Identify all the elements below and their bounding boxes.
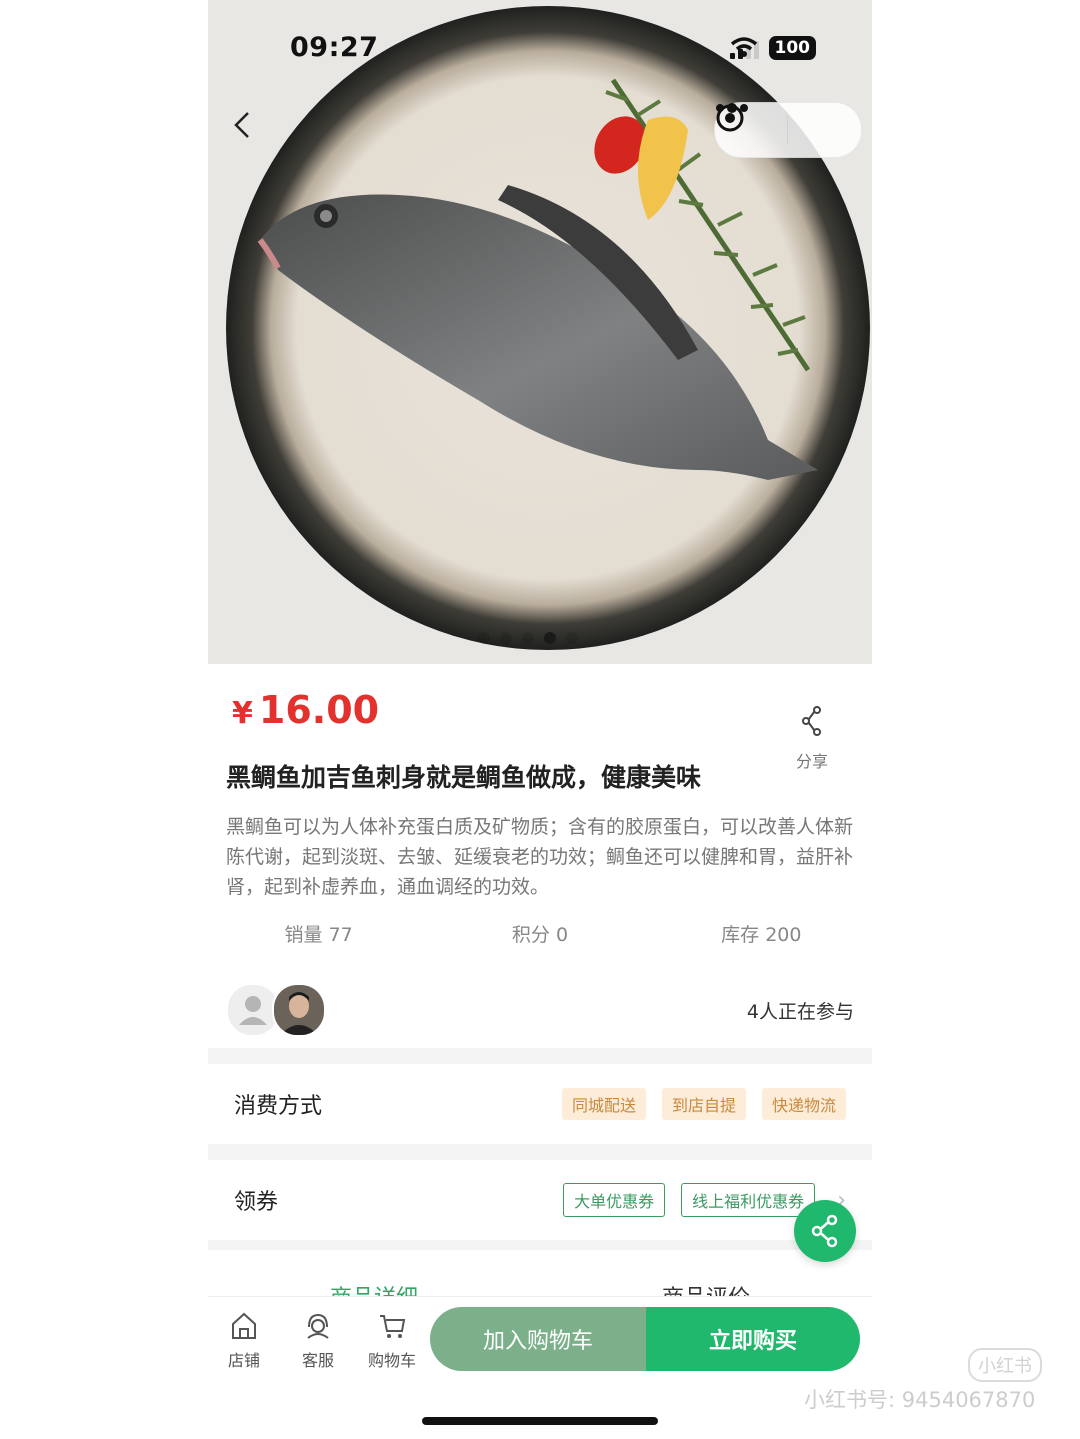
carousel-indicator xyxy=(478,632,578,644)
wifi-icon xyxy=(730,37,757,57)
coupon-row[interactable]: 领券 大单优惠券 线上福利优惠券 › xyxy=(208,1160,872,1240)
nav-service[interactable]: 客服 xyxy=(288,1311,348,1371)
chevron-left-icon xyxy=(234,112,249,138)
carousel-dot-active[interactable] xyxy=(544,632,556,644)
stock-count: 库存 200 xyxy=(721,924,802,946)
carousel-dot[interactable] xyxy=(478,632,490,644)
points-count: 积分 0 xyxy=(511,924,569,946)
watermark-logo: 小红书 xyxy=(968,1348,1042,1382)
target-icon xyxy=(716,104,744,132)
product-image[interactable]: 09:27 100 xyxy=(208,0,872,664)
nav-cart[interactable]: 购物车 xyxy=(362,1311,422,1371)
user-photo-avatar xyxy=(274,985,324,1035)
currency-symbol: ¥ xyxy=(232,696,253,731)
nav-store-label: 店铺 xyxy=(227,1351,260,1370)
close-miniprogram-button[interactable] xyxy=(716,103,860,157)
back-button[interactable] xyxy=(232,110,268,146)
default-avatar-icon xyxy=(228,985,278,1035)
cart-icon xyxy=(380,1315,406,1338)
carousel-dot[interactable] xyxy=(566,632,578,644)
miniprogram-capsule xyxy=(714,102,862,158)
home-indicator[interactable] xyxy=(422,1417,658,1425)
participant-avatars xyxy=(226,983,326,1037)
share-label: 分享 xyxy=(795,752,828,771)
consumption-method-row[interactable]: 消费方式 同城配送 到店自提 快递物流 xyxy=(208,1064,872,1144)
sales-count: 销量 77 xyxy=(284,924,353,946)
tab-product-details[interactable]: 商品详细 xyxy=(208,1262,540,1298)
share-icon xyxy=(811,1214,838,1248)
buy-now-button[interactable]: 立即购买 xyxy=(646,1307,860,1371)
express-tag: 快递物流 xyxy=(761,1088,846,1120)
nav-store[interactable]: 店铺 xyxy=(214,1311,274,1371)
price-value: 16.00 xyxy=(258,688,380,732)
fish-plate-photo xyxy=(208,0,872,664)
product-price: ¥16.00 xyxy=(232,688,379,732)
product-stats: 销量 77 积分 0 库存 200 xyxy=(208,920,872,947)
add-to-cart-button[interactable]: 加入购物车 xyxy=(430,1307,646,1371)
floating-share-button[interactable] xyxy=(794,1200,856,1262)
section-divider xyxy=(208,1240,872,1250)
product-description: 黑鲷鱼可以为人体补充蛋白质及矿物质；含有的胶原蛋白，可以改善人体新陈代谢，起到淡… xyxy=(226,816,854,898)
coupon-tag[interactable]: 大单优惠券 xyxy=(563,1183,666,1217)
battery-icon: 100 xyxy=(768,36,816,60)
status-time: 09:27 xyxy=(290,32,379,63)
coupon-label: 领券 xyxy=(234,1190,279,1215)
coupon-tag[interactable]: 线上福利优惠券 xyxy=(681,1183,816,1217)
delivery-tag: 同城配送 xyxy=(561,1088,646,1120)
participants-row[interactable]: 4人正在参与 xyxy=(226,983,854,1037)
consumption-label: 消费方式 xyxy=(234,1094,323,1119)
nav-cart-label: 购物车 xyxy=(367,1351,416,1370)
customer-service-icon xyxy=(307,1313,329,1339)
watermark-text: 小红书号: 9454067870 xyxy=(804,1388,1036,1412)
bottom-action-bar: 店铺 客服 购物车 加入购物车 立即购买 xyxy=(208,1296,872,1387)
participants-count: 4人正在参与 xyxy=(746,1000,854,1023)
pickup-tag: 到店自提 xyxy=(661,1088,746,1120)
detail-tabs: 商品详细 商品评价 xyxy=(208,1262,872,1298)
share-button[interactable]: 分享 xyxy=(780,706,844,772)
tab-product-reviews[interactable]: 商品评价 xyxy=(540,1262,872,1298)
avatar xyxy=(272,983,326,1037)
share-icon xyxy=(802,706,821,736)
product-title: 黑鲷鱼加吉鱼刺身就是鲷鱼做成，健康美味 xyxy=(226,763,702,792)
section-divider xyxy=(208,1144,872,1160)
carousel-dot[interactable] xyxy=(500,632,512,644)
status-indicators: 100 xyxy=(729,36,816,60)
store-icon xyxy=(232,1312,256,1339)
section-divider xyxy=(208,1048,872,1064)
phone-screen: 09:27 100 ¥ 16.00 分享 黑鲷鱼加吉鱼刺身就是鲷鱼做成，健康美味… xyxy=(208,0,872,1439)
carousel-dot[interactable] xyxy=(522,632,534,644)
consumption-tags: 同城配送 到店自提 快递物流 xyxy=(561,1088,846,1120)
nav-service-label: 客服 xyxy=(301,1351,334,1370)
